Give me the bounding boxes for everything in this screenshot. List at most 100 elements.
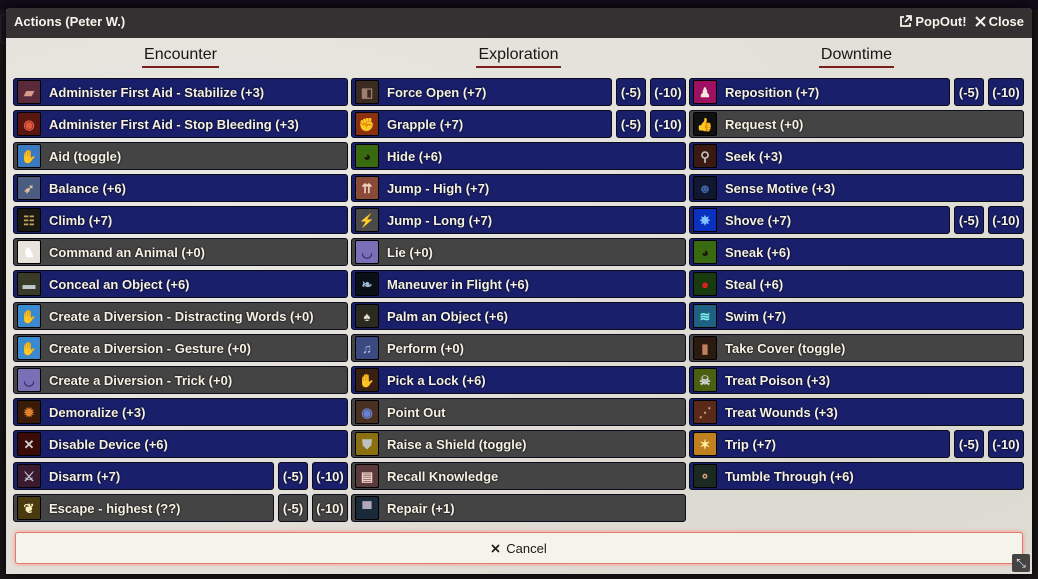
action-button[interactable]: ◕ Hide (+6) xyxy=(351,142,686,170)
action-label: Disarm (+7) xyxy=(49,468,121,484)
popout-button[interactable]: PopOut! xyxy=(899,14,967,29)
action-button[interactable]: ◧ Force Open (+7) xyxy=(351,78,612,106)
action-button[interactable]: ⋰ Treat Wounds (+3) xyxy=(689,398,1024,426)
action-button[interactable]: ▮ Take Cover (toggle) xyxy=(689,334,1024,362)
cancel-label: Cancel xyxy=(506,540,547,556)
action-button[interactable]: ✋ Create a Diversion - Distracting Words … xyxy=(13,302,348,330)
action-button[interactable]: ☻ Sense Motive (+3) xyxy=(689,174,1024,202)
action-label: Disable Device (+6) xyxy=(49,436,168,452)
actions-dialog: Actions (Peter W.) PopOut! Close Encount… xyxy=(6,8,1032,574)
action-label: Climb (+7) xyxy=(49,212,113,228)
action-label: Create a Diversion - Gesture (+0) xyxy=(49,340,251,356)
cancel-button[interactable]: Cancel xyxy=(15,532,1023,564)
action-button[interactable]: ⚬ Tumble Through (+6) xyxy=(689,462,1024,490)
action-label: Raise a Shield (toggle) xyxy=(387,436,527,452)
action-button[interactable]: ⚔ Disarm (+7) xyxy=(13,462,274,490)
action-row: ✋ Create a Diversion - Gesture (+0) xyxy=(13,334,348,362)
map-penalty-10-button[interactable]: (-10) xyxy=(312,494,348,522)
action-button[interactable]: ✸ Shove (+7) xyxy=(689,206,950,234)
action-label: Perform (+0) xyxy=(387,340,464,356)
action-row: ◡ Lie (+0) xyxy=(351,238,686,266)
action-label: Shove (+7) xyxy=(725,212,792,228)
action-button[interactable]: ≋ Swim (+7) xyxy=(689,302,1024,330)
column-heading: Encounter xyxy=(13,44,348,70)
action-button[interactable]: ✊ Grapple (+7) xyxy=(351,110,612,138)
map-penalty-5-button[interactable]: (-5) xyxy=(278,494,308,522)
map-penalty-10-button[interactable]: (-10) xyxy=(650,78,686,106)
action-button[interactable]: ⚡ Jump - Long (+7) xyxy=(351,206,686,234)
action-label: Force Open (+7) xyxy=(387,84,487,100)
action-button[interactable]: ▰ Administer First Aid - Stabilize (+3) xyxy=(13,78,348,106)
map-penalty-10-button[interactable]: (-10) xyxy=(988,430,1024,458)
close-icon xyxy=(974,16,986,27)
dialog-title: Actions (Peter W.) xyxy=(14,14,126,29)
action-button[interactable]: 👍 Request (+0) xyxy=(689,110,1024,138)
shield-icon: ⛊ xyxy=(355,432,379,456)
action-label: Administer First Aid - Stabilize (+3) xyxy=(49,84,265,100)
map-penalty-5-button[interactable]: (-5) xyxy=(954,430,984,458)
action-button[interactable]: ✹ Demoralize (+3) xyxy=(13,398,348,426)
raised-hand-icon: ✋ xyxy=(17,304,41,328)
action-button[interactable]: ◡ Create a Diversion - Trick (+0) xyxy=(13,366,348,394)
action-button[interactable]: ♫ Perform (+0) xyxy=(351,334,686,362)
action-button[interactable]: ◡ Lie (+0) xyxy=(351,238,686,266)
action-button[interactable]: ◉ Administer First Aid - Stop Bleeding (+… xyxy=(13,110,348,138)
action-label: Demoralize (+3) xyxy=(49,404,146,420)
column-heading-text: Encounter xyxy=(142,45,219,68)
action-row: ☠ Treat Poison (+3) xyxy=(689,366,1024,394)
action-label: Take Cover (toggle) xyxy=(725,340,846,356)
action-button[interactable]: ✋ Pick a Lock (+6) xyxy=(351,366,686,394)
horse-icon: ♞ xyxy=(17,240,41,264)
skull-icon: ☠ xyxy=(693,368,717,392)
action-button[interactable]: ▀ Repair (+1) xyxy=(351,494,686,522)
map-penalty-10-button[interactable]: (-10) xyxy=(312,462,348,490)
map-penalty-10-button[interactable]: (-10) xyxy=(650,110,686,138)
close-button[interactable]: Close xyxy=(974,14,1024,29)
action-button[interactable]: ❧ Maneuver in Flight (+6) xyxy=(351,270,686,298)
action-row: ⋰ Treat Wounds (+3) xyxy=(689,398,1024,426)
action-button[interactable]: ▤ Recall Knowledge xyxy=(351,462,686,490)
action-button[interactable]: ♞ Command an Animal (+0) xyxy=(13,238,348,266)
action-button[interactable]: ☠ Treat Poison (+3) xyxy=(689,366,1024,394)
dialog-titlebar[interactable]: Actions (Peter W.) PopOut! Close xyxy=(6,8,1032,38)
resize-handle[interactable]: ⤡ xyxy=(1012,554,1030,572)
external-link-icon xyxy=(900,15,913,27)
action-button[interactable]: ⚲ Seek (+3) xyxy=(689,142,1024,170)
action-button[interactable]: ✋ Aid (toggle) xyxy=(13,142,348,170)
map-penalty-5-button[interactable]: (-5) xyxy=(278,462,308,490)
action-row: ✋ Pick a Lock (+6) xyxy=(351,366,686,394)
action-button[interactable]: ◕ Sneak (+6) xyxy=(689,238,1024,266)
action-label: Lie (+0) xyxy=(387,244,433,260)
action-button[interactable]: ♠ Palm an Object (+6) xyxy=(351,302,686,330)
map-penalty-10-button[interactable]: (-10) xyxy=(988,206,1024,234)
action-row: ✶ Trip (+7) (-5) (-10) xyxy=(689,430,1024,458)
action-button[interactable]: ⇈ Jump - High (+7) xyxy=(351,174,686,202)
action-button[interactable]: ● Steal (+6) xyxy=(689,270,1024,298)
map-penalty-10-button[interactable]: (-10) xyxy=(988,78,1024,106)
map-penalty-5-button[interactable]: (-5) xyxy=(954,206,984,234)
map-penalty-5-button[interactable]: (-5) xyxy=(616,78,646,106)
action-button[interactable]: ◉ Point Out xyxy=(351,398,686,426)
stitched-wound-icon: ⋰ xyxy=(693,400,717,424)
action-button[interactable]: ▬ Conceal an Object (+6) xyxy=(13,270,348,298)
action-button[interactable]: ➶ Balance (+6) xyxy=(13,174,348,202)
column-heading: Exploration xyxy=(351,44,686,70)
map-penalty-5-button[interactable]: (-5) xyxy=(616,110,646,138)
action-button[interactable]: ✕ Disable Device (+6) xyxy=(13,430,348,458)
action-row: ◉ Point Out xyxy=(351,398,686,426)
action-label: Reposition (+7) xyxy=(725,84,820,100)
action-label: Aid (toggle) xyxy=(49,148,122,164)
action-row: ⚬ Tumble Through (+6) xyxy=(689,462,1024,490)
action-button[interactable]: ⛊ Raise a Shield (toggle) xyxy=(351,430,686,458)
action-button[interactable]: ✶ Trip (+7) xyxy=(689,430,950,458)
action-label: Recall Knowledge xyxy=(387,468,499,484)
action-label: Steal (+6) xyxy=(725,276,784,292)
action-button[interactable]: ☷ Climb (+7) xyxy=(13,206,348,234)
map-penalty-5-button[interactable]: (-5) xyxy=(954,78,984,106)
action-button[interactable]: ✋ Create a Diversion - Gesture (+0) xyxy=(13,334,348,362)
close-icon xyxy=(491,543,500,553)
coin-purse-icon: ● xyxy=(693,272,717,296)
action-button[interactable]: ❦ Escape - highest (??) xyxy=(13,494,274,522)
hand-pouch-icon: ✋ xyxy=(355,368,379,392)
action-button[interactable]: ♟ Reposition (+7) xyxy=(689,78,950,106)
